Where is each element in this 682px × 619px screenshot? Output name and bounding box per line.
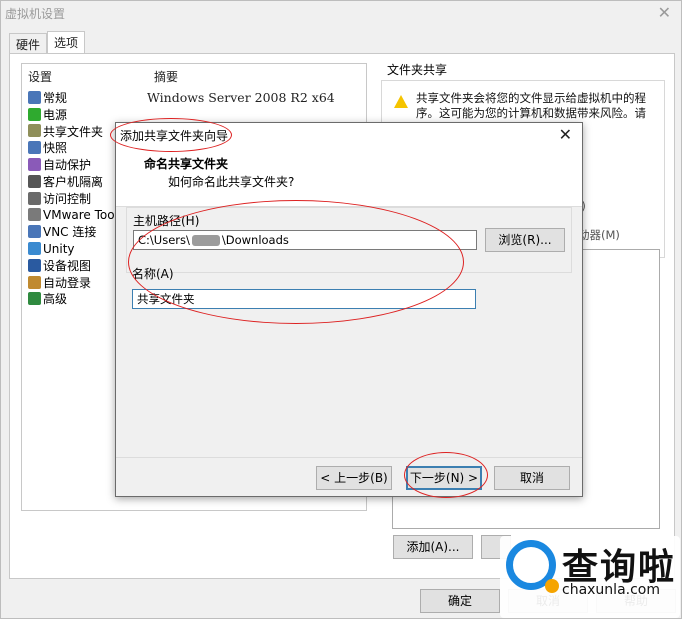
tree-item-label: 常规 bbox=[43, 90, 68, 105]
tree-item-label: 自动登录 bbox=[43, 275, 92, 290]
tree-item-label: 自动保护 bbox=[43, 158, 92, 173]
name-label: 名称(A) bbox=[132, 267, 174, 281]
watermark-magnifier-icon bbox=[506, 540, 559, 593]
tree-item-icon bbox=[28, 275, 41, 289]
tab-options[interactable]: 选项 bbox=[47, 31, 86, 53]
host-path-prefix: C:\Users\ bbox=[138, 233, 190, 247]
folder-sharing-title: 文件夹共享 bbox=[387, 63, 448, 77]
tree-item-icon bbox=[28, 225, 41, 239]
column-setting: 设置 bbox=[28, 70, 53, 84]
tree-header: 设置 摘要 bbox=[22, 64, 366, 89]
wizard-heading: 命名共享文件夹 bbox=[144, 157, 229, 171]
add-shared-folder-wizard: 添加共享文件夹向导 ✕ 命名共享文件夹 如何命名此共享文件夹? 主机路径(H) … bbox=[115, 122, 583, 497]
tree-item-label: 快照 bbox=[43, 141, 68, 156]
column-summary: 摘要 bbox=[154, 70, 179, 84]
tree-item[interactable]: 常规 Windows Server 2008 R2 x64 bbox=[22, 89, 366, 106]
window-close-icon[interactable]: ✕ bbox=[658, 3, 671, 22]
next-button[interactable]: 下一步(N) > bbox=[406, 466, 482, 490]
tree-item-label: 访问控制 bbox=[43, 191, 92, 206]
warning-icon bbox=[394, 95, 408, 108]
wizard-footer: < 上一步(B) 下一步(N) > 取消 bbox=[116, 457, 582, 496]
tree-item[interactable]: 电源 bbox=[22, 106, 366, 123]
tree-item-icon bbox=[28, 90, 41, 104]
tree-item-icon bbox=[28, 242, 41, 256]
wizard-close-icon[interactable]: ✕ bbox=[559, 125, 572, 144]
host-path-suffix: \Downloads bbox=[221, 233, 289, 247]
tree-item-label: VNC 连接 bbox=[43, 225, 97, 240]
wizard-header: 命名共享文件夹 如何命名此共享文件夹? bbox=[116, 149, 582, 207]
wizard-body: 主机路径(H) C:\Users\ \Downloads 浏览(R)... 名称(… bbox=[116, 207, 582, 457]
tree-item-icon bbox=[28, 191, 41, 205]
browse-button[interactable]: 浏览(R)... bbox=[485, 228, 565, 252]
watermark-url: chaxunla.com bbox=[562, 582, 660, 598]
tree-item-label: 共享文件夹 bbox=[43, 124, 104, 139]
back-button[interactable]: < 上一步(B) bbox=[316, 466, 392, 490]
wizard-subheading: 如何命名此共享文件夹? bbox=[168, 175, 295, 189]
tree-item-label: 设备视图 bbox=[43, 258, 92, 273]
tree-item-label: 电源 bbox=[43, 107, 68, 122]
tree-item-icon bbox=[28, 124, 41, 138]
ok-button[interactable]: 确定 bbox=[420, 589, 500, 613]
name-input[interactable]: 共享文件夹 bbox=[132, 289, 476, 309]
redacted-username bbox=[191, 235, 220, 246]
tree-item-icon bbox=[28, 141, 41, 155]
tree-item-icon bbox=[28, 158, 41, 172]
host-path-group: 主机路径(H) C:\Users\ \Downloads 浏览(R)... bbox=[126, 207, 572, 273]
tree-item-label: 高级 bbox=[43, 292, 68, 307]
tab-hardware[interactable]: 硬件 bbox=[9, 33, 48, 53]
settings-tabs: 硬件 选项 bbox=[9, 31, 86, 53]
tree-item-summary: Windows Server 2008 R2 x64 bbox=[147, 89, 335, 105]
host-path-input[interactable]: C:\Users\ \Downloads bbox=[133, 230, 477, 250]
tree-item-label: VMware Tools bbox=[43, 207, 125, 222]
wizard-title: 添加共享文件夹向导 bbox=[120, 129, 229, 143]
tree-item-icon bbox=[28, 258, 41, 272]
window-title: 虚拟机设置 bbox=[5, 7, 66, 21]
tree-item-label: Unity bbox=[43, 241, 75, 256]
tree-item-icon bbox=[28, 292, 41, 306]
watermark-logo: 查询啦 chaxunla.com bbox=[500, 536, 680, 618]
host-path-label: 主机路径(H) bbox=[133, 214, 200, 228]
tree-item-icon bbox=[28, 107, 41, 121]
option-fragment-2: 动器(M) bbox=[578, 228, 620, 242]
wizard-cancel-button[interactable]: 取消 bbox=[494, 466, 570, 490]
name-group: 名称(A) 共享文件夹 bbox=[126, 267, 572, 337]
add-button[interactable]: 添加(A)... bbox=[393, 535, 473, 559]
tree-item-label: 客户机隔离 bbox=[43, 174, 104, 189]
tree-item-icon bbox=[28, 208, 41, 222]
tree-item-icon bbox=[28, 174, 41, 188]
